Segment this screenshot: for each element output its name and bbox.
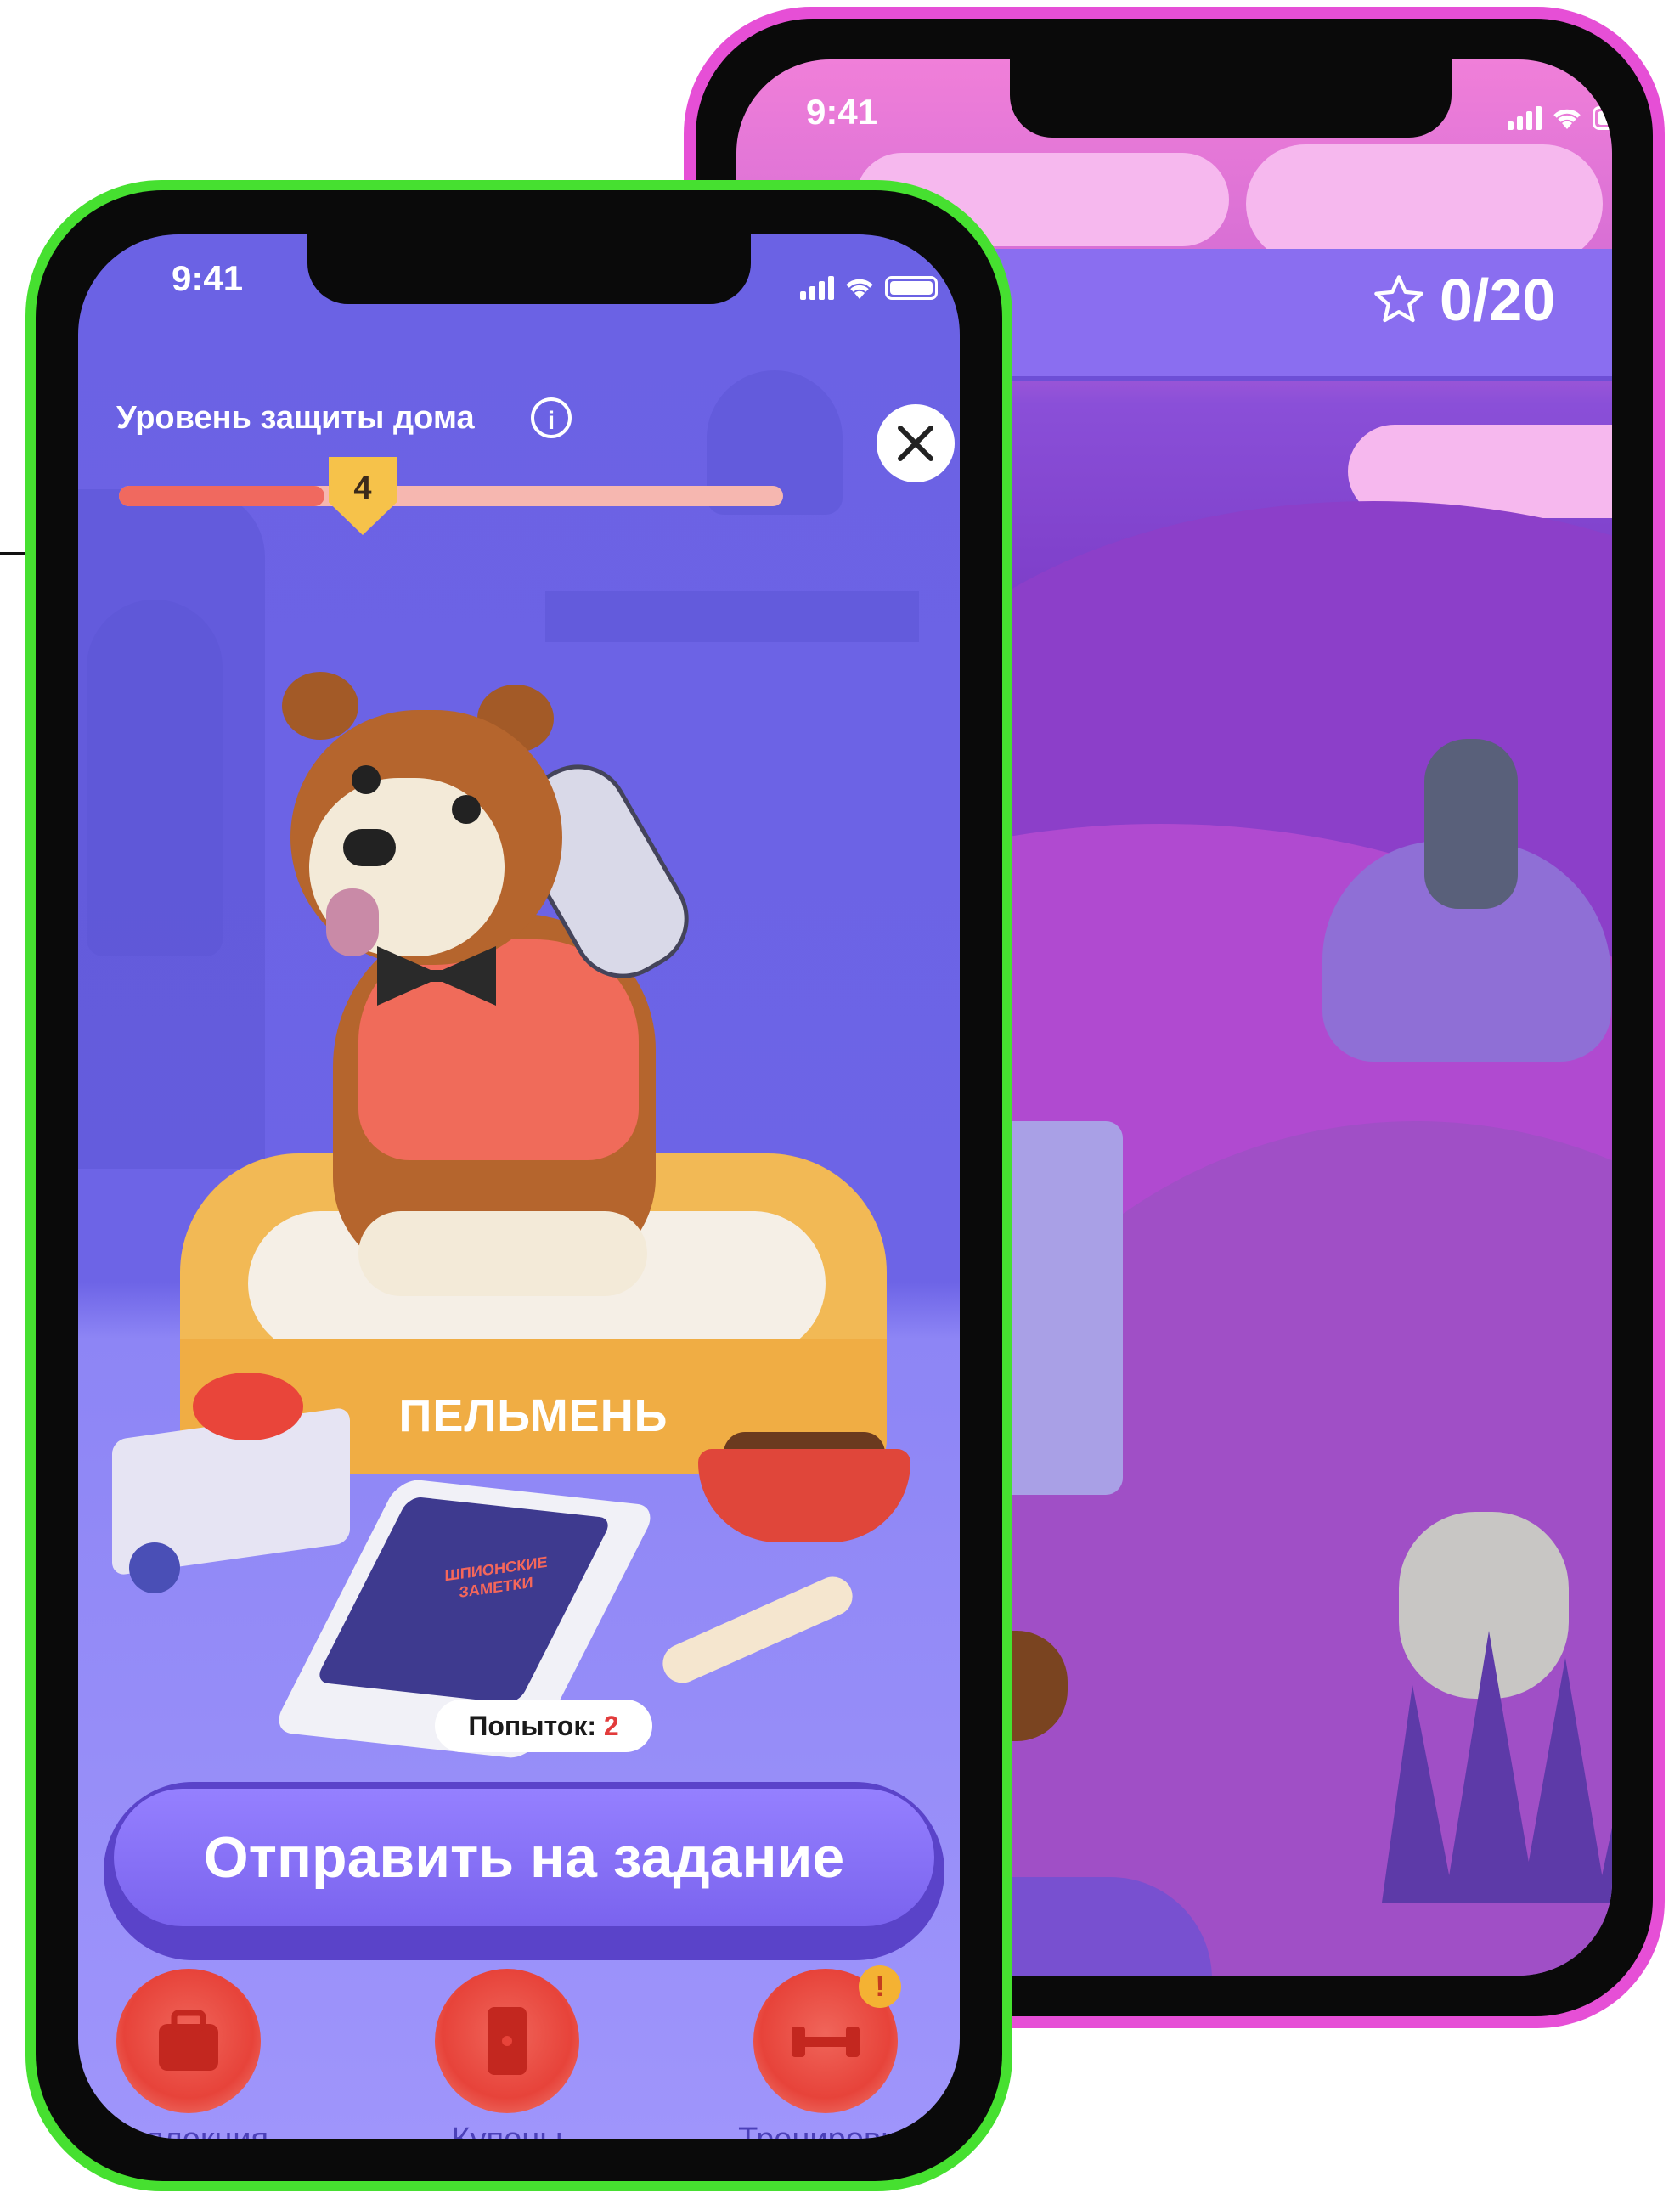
front-phone-bezel: 9:41 Уровень защиты дома i 4 ПЕЛЬМЕНЬ ШП…	[36, 190, 1002, 2181]
nav-item-training[interactable]: ! Тренировки	[698, 1965, 953, 2139]
attempts-value: 2	[603, 1711, 619, 1741]
battery-icon	[1593, 106, 1612, 130]
nav-training-label: Тренировки	[698, 2122, 953, 2139]
wifi-icon	[1553, 109, 1581, 129]
dog-eye	[452, 795, 481, 824]
shelf	[545, 591, 919, 642]
food-bowl[interactable]	[698, 1449, 910, 1542]
alarm-button[interactable]	[193, 1373, 303, 1440]
nav-collection-button[interactable]	[116, 1969, 261, 2113]
close-icon	[898, 426, 933, 461]
status-time: 9:41	[172, 258, 244, 298]
signal-icon	[800, 276, 834, 300]
cloud	[1246, 144, 1603, 263]
dog-nose	[343, 829, 396, 866]
dog-eye	[352, 765, 381, 794]
training-alert-badge: !	[859, 1965, 901, 2008]
nav-coupons-button[interactable]	[435, 1969, 579, 2113]
send-on-mission-label: Отправить на задание	[114, 1789, 934, 1926]
briefcase-icon	[159, 2010, 218, 2071]
close-button[interactable]	[877, 404, 955, 482]
pigeon	[1424, 739, 1518, 909]
status-time: 9:41	[806, 92, 878, 132]
status-icons	[800, 275, 938, 301]
dog-ear	[282, 672, 358, 740]
wifi-icon	[846, 279, 873, 299]
protection-slider-fill	[119, 486, 324, 506]
stars-counter: 0/20	[1372, 266, 1555, 334]
attempts-label: Попыток:	[468, 1711, 596, 1741]
nav-item-collection[interactable]: Коллекция	[78, 1969, 316, 2139]
signal-icon	[1508, 106, 1542, 130]
info-icon[interactable]: i	[531, 397, 572, 438]
nav-training-button[interactable]: !	[753, 1965, 901, 2113]
star-icon	[1374, 275, 1423, 323]
protection-slider-knob[interactable]: 4	[329, 457, 397, 535]
protection-level-label: Уровень защиты дома	[116, 400, 475, 436]
front-notch	[307, 234, 751, 304]
lever-knob	[129, 1542, 180, 1593]
nav-item-coupons[interactable]: Купоны	[380, 1969, 634, 2139]
dog-paws	[358, 1211, 647, 1296]
bone[interactable]	[657, 1570, 859, 1689]
battery-icon	[885, 276, 938, 300]
nav-collection-label: Коллекция	[78, 2122, 316, 2139]
protection-level-value: 4	[353, 471, 372, 506]
back-notch	[1010, 59, 1452, 138]
nav-coupons-label: Купоны	[380, 2122, 634, 2139]
stars-value: 0/20	[1440, 267, 1556, 333]
front-phone: 9:41 Уровень защиты дома i 4 ПЕЛЬМЕНЬ ШП…	[25, 180, 1012, 2191]
front-phone-screen: 9:41 Уровень защиты дома i 4 ПЕЛЬМЕНЬ ШП…	[78, 234, 960, 2139]
status-icons	[1508, 105, 1612, 131]
plant	[87, 600, 223, 956]
attempts-badge: Попыток: 2	[435, 1700, 652, 1752]
coupon-icon	[488, 2007, 527, 2075]
dog-tongue	[326, 888, 379, 956]
send-on-mission-button[interactable]: Отправить на задание	[104, 1782, 944, 1960]
